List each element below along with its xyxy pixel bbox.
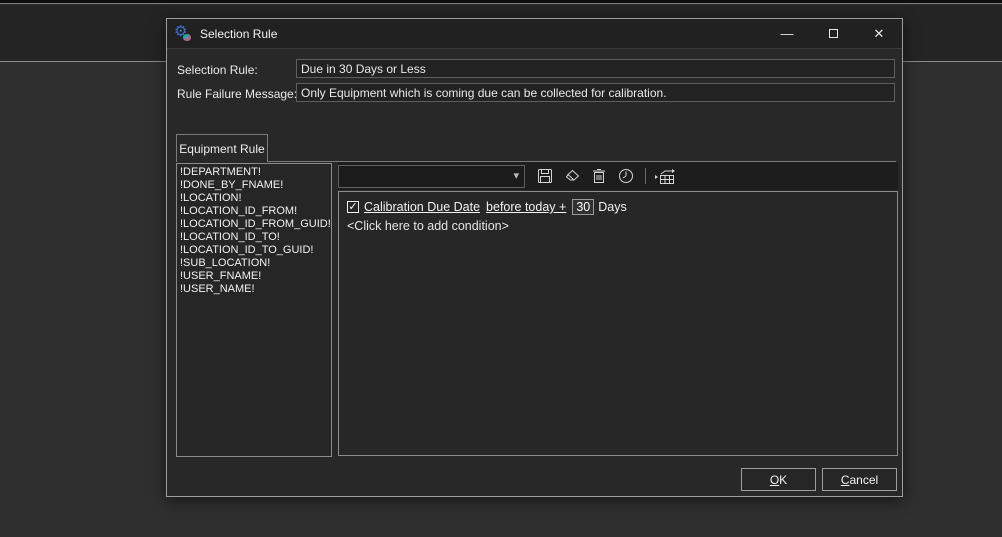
window-controls: — ✕ xyxy=(764,19,902,48)
rule-failure-message-label: Rule Failure Message: xyxy=(177,87,297,101)
eraser-icon xyxy=(564,168,581,184)
selection-rule-input[interactable] xyxy=(296,59,895,78)
condition-panel[interactable]: ✓ Calibration Due Date before today + 30… xyxy=(338,191,898,456)
clear-button[interactable] xyxy=(560,164,584,188)
maximize-icon xyxy=(829,29,838,38)
close-icon: ✕ xyxy=(874,26,885,42)
list-item[interactable]: !LOCATION! xyxy=(180,192,331,205)
condition-unit-label: Days xyxy=(598,200,626,214)
minimize-icon: — xyxy=(781,26,794,41)
cancel-button[interactable]: Cancel xyxy=(822,468,897,491)
check-icon: ✓ xyxy=(348,202,357,212)
selection-rule-dialog: ⚙ Selection Rule — ✕ Selection Rule: Rul… xyxy=(166,18,903,497)
toolbar-separator xyxy=(645,168,646,184)
desktop-top-strip xyxy=(0,0,1002,4)
condition-operator-link[interactable]: before today + xyxy=(486,200,566,214)
clock-icon xyxy=(618,168,634,184)
apply-to-table-button[interactable] xyxy=(653,164,677,188)
ok-button[interactable]: OK xyxy=(741,468,816,491)
rule-failure-message-input[interactable] xyxy=(296,83,895,102)
dropdown-arrow-icon: ▾ xyxy=(513,169,519,182)
condition-checkbox[interactable]: ✓ xyxy=(347,201,359,213)
minimize-button[interactable]: — xyxy=(764,19,810,48)
list-item[interactable]: !LOCATION_ID_FROM! xyxy=(180,205,331,218)
list-item[interactable]: !DONE_BY_FNAME! xyxy=(180,179,331,192)
list-item[interactable]: !LOCATION_ID_FROM_GUID! xyxy=(180,218,331,231)
list-item[interactable]: !USER_NAME! xyxy=(180,283,331,296)
condition-row: ✓ Calibration Due Date before today + 30… xyxy=(347,199,889,215)
dialog-titlebar[interactable]: ⚙ Selection Rule — ✕ xyxy=(167,19,902,49)
saved-rule-combobox[interactable]: ▾ xyxy=(338,165,525,188)
add-condition-link[interactable]: <Click here to add condition> xyxy=(347,219,889,233)
condition-value-input[interactable]: 30 xyxy=(572,199,594,215)
trash-icon xyxy=(592,168,606,184)
history-button[interactable] xyxy=(614,164,638,188)
maximize-button[interactable] xyxy=(810,19,856,48)
list-item[interactable]: !USER_FNAME! xyxy=(180,270,331,283)
delete-button[interactable] xyxy=(587,164,611,188)
list-item[interactable]: !SUB_LOCATION! xyxy=(180,257,331,270)
list-item[interactable]: !DEPARTMENT! xyxy=(180,166,331,179)
close-button[interactable]: ✕ xyxy=(856,19,902,48)
dialog-title: Selection Rule xyxy=(200,27,277,41)
tab-equipment-rule[interactable]: Equipment Rule xyxy=(176,134,268,162)
list-item[interactable]: !LOCATION_ID_TO! xyxy=(180,231,331,244)
table-arrow-icon xyxy=(654,168,676,185)
fields-listbox[interactable]: !DEPARTMENT! !DONE_BY_FNAME! !LOCATION! … xyxy=(176,163,332,457)
selection-rule-label: Selection Rule: xyxy=(177,63,258,77)
rule-toolbar: ▾ xyxy=(338,162,898,190)
list-item[interactable]: !LOCATION_ID_TO_GUID! xyxy=(180,244,331,257)
tab-page-border xyxy=(176,161,896,162)
gear-icon: ⚙ xyxy=(175,25,193,43)
condition-field-link[interactable]: Calibration Due Date xyxy=(364,200,480,214)
save-icon xyxy=(537,168,553,184)
save-button[interactable] xyxy=(533,164,557,188)
